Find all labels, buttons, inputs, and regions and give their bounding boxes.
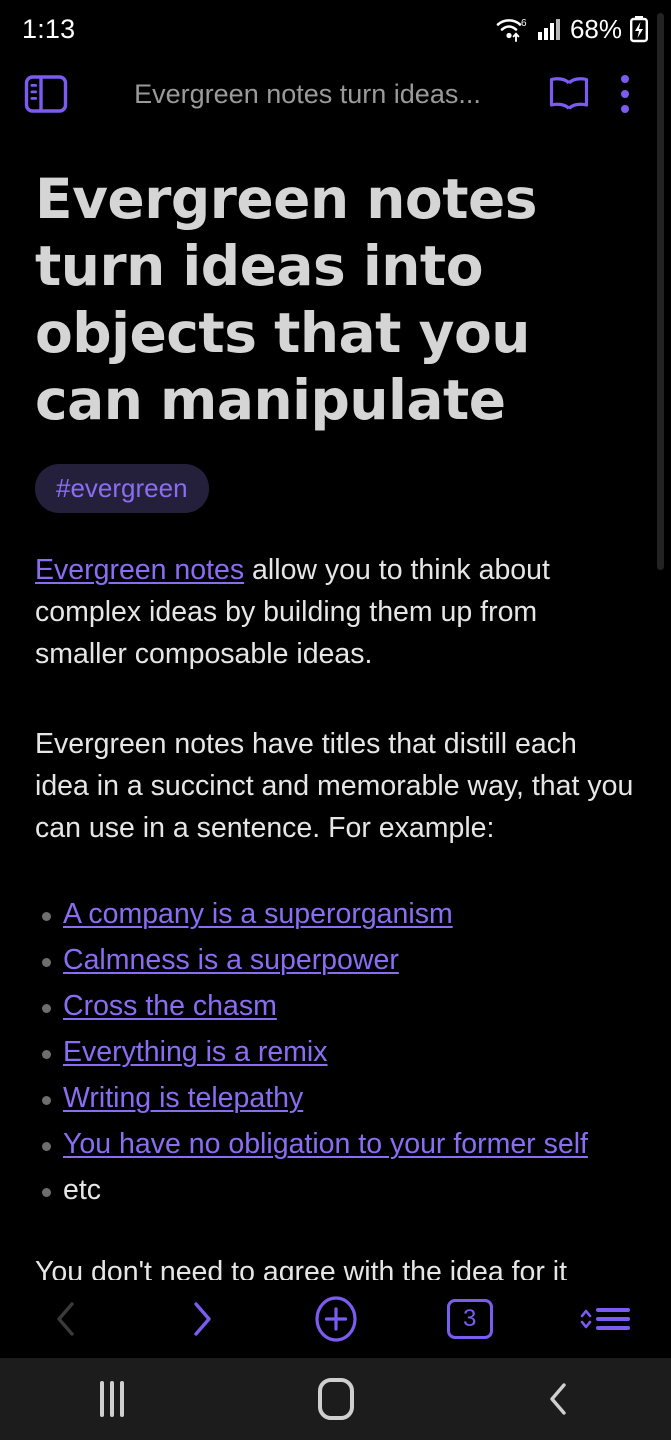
list-item-link[interactable]: Calmness is a superpower <box>63 944 399 976</box>
cellular-signal-icon <box>537 16 563 42</box>
list-item: You have no obligation to your former se… <box>35 1121 636 1167</box>
list-item-link[interactable]: You have no obligation to your former se… <box>63 1128 588 1160</box>
kebab-dot <box>621 90 629 98</box>
browser-bottom-bar: 3 <box>0 1280 671 1358</box>
list-item: Writing is telepathy <box>35 1075 636 1121</box>
tag-evergreen[interactable]: #evergreen <box>35 464 209 513</box>
list-item-link[interactable]: Writing is telepathy <box>63 1082 303 1114</box>
note-title: Evergreen notes turn ideas into objects … <box>35 167 538 432</box>
kebab-menu-icon[interactable] <box>597 66 653 122</box>
list-item: etc <box>35 1167 636 1213</box>
list-item: Everything is a remix <box>35 1029 636 1075</box>
android-nav-bar <box>0 1358 671 1440</box>
battery-charging-icon <box>629 15 649 43</box>
tab-count-badge: 3 <box>446 1299 493 1339</box>
link-evergreen-notes[interactable]: Evergreen notes <box>35 554 244 586</box>
list-item: Calmness is a superpower <box>35 937 636 983</box>
chevron-right-icon[interactable] <box>134 1280 268 1358</box>
back-chevron-icon[interactable] <box>447 1358 671 1440</box>
paragraph-2: Evergreen notes have titles that distill… <box>35 728 634 844</box>
status-indicators: 6 68% <box>496 14 649 45</box>
wifi-6-icon: 6 <box>496 15 530 43</box>
sidebar-panel-icon[interactable] <box>18 66 74 122</box>
kebab-dot <box>621 75 629 83</box>
list-item-link[interactable]: A company is a superorganism <box>63 898 453 930</box>
plus-circle-icon[interactable] <box>268 1280 402 1358</box>
recents-bar <box>119 1381 124 1417</box>
sort-list-icon[interactable] <box>537 1280 671 1358</box>
status-bar: 1:13 6 68% <box>0 0 671 58</box>
phone-screen: 1:13 6 68% Evergreen notes turn ideas...… <box>0 0 671 1440</box>
tab-count-button[interactable]: 3 <box>403 1280 537 1358</box>
paragraph-1: Evergreen notes allow you to think about… <box>35 549 636 675</box>
toolbar-title[interactable]: Evergreen notes turn ideas... <box>74 79 541 110</box>
tag-row: #evergreen <box>35 464 636 513</box>
open-book-icon[interactable] <box>541 66 597 122</box>
list-item-link[interactable]: Cross the chasm <box>63 990 277 1022</box>
list-item: A company is a superorganism <box>35 891 636 937</box>
paragraph-3-clipped: You don't need to agree with the idea fo… <box>35 1256 568 1280</box>
app-toolbar: Evergreen notes turn ideas... <box>0 58 671 130</box>
chevron-left-icon[interactable] <box>0 1280 134 1358</box>
note-content[interactable]: Evergreen notes turn ideas into objects … <box>0 133 671 1280</box>
status-clock: 1:13 <box>22 13 76 44</box>
list-item: Cross the chasm <box>35 983 636 1029</box>
home-square <box>317 1378 354 1420</box>
example-note-list: A company is a superorganism Calmness is… <box>35 891 636 1213</box>
svg-text:6: 6 <box>521 18 527 29</box>
battery-percent-label: 68% <box>569 13 622 44</box>
recents-bar <box>109 1381 114 1417</box>
list-item-link[interactable]: Everything is a remix <box>63 1036 328 1068</box>
recents-bar <box>99 1381 104 1417</box>
vertical-scrollbar[interactable] <box>657 13 664 570</box>
list-item-text: etc <box>63 1174 102 1206</box>
home-icon[interactable] <box>224 1358 448 1440</box>
kebab-dot <box>621 105 629 113</box>
recents-icon[interactable] <box>0 1358 224 1440</box>
